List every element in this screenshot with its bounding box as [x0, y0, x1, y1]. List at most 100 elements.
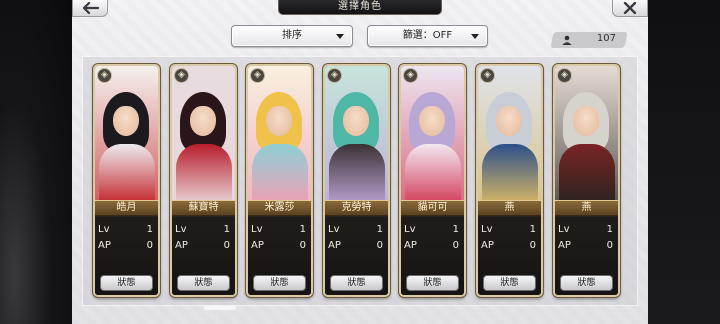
ap-value: 0 [606, 240, 613, 251]
level-value: 1 [606, 224, 613, 235]
level-value: 1 [299, 224, 306, 235]
sort-label: 排序 [282, 30, 302, 41]
character-portrait [401, 66, 464, 204]
portrait-face [496, 106, 522, 136]
chevron-down-icon [336, 34, 344, 39]
character-stats: Lv 1 AP 0 狀態 [95, 217, 158, 295]
character-card[interactable]: ◈ 米露莎 Lv 1 AP 0 狀態 [246, 64, 313, 297]
status-button[interactable]: 狀態 [483, 275, 536, 291]
element-icon: ◈ [403, 68, 418, 83]
ap-row: AP 0 [478, 239, 541, 253]
level-row: Lv 1 [325, 223, 388, 237]
portrait-outfit [329, 144, 385, 204]
ap-row: AP 0 [401, 239, 464, 253]
element-icon: ◈ [327, 68, 342, 83]
owned-count: 107 [596, 33, 616, 44]
character-card[interactable]: ◈ 燕 Lv 1 AP 0 狀態 [476, 64, 543, 297]
level-row: Lv 1 [401, 223, 464, 237]
close-button[interactable] [612, 0, 648, 17]
character-card[interactable]: ◈ 燕 Lv 1 AP 0 狀態 [553, 64, 620, 297]
character-card[interactable]: ◈ 貓可可 Lv 1 AP 0 狀態 [399, 64, 466, 297]
ap-row: AP 0 [555, 239, 618, 253]
element-icon: ◈ [557, 68, 572, 83]
level-row: Lv 1 [478, 223, 541, 237]
ap-label: AP [98, 240, 111, 251]
level-label: Lv [558, 224, 570, 235]
ap-label: AP [251, 240, 264, 251]
ap-value: 0 [223, 240, 230, 251]
page-title: 選擇角色 [278, 0, 442, 15]
level-label: Lv [328, 224, 340, 235]
ap-row: AP 0 [325, 239, 388, 253]
ap-row: AP 0 [172, 239, 235, 253]
level-value: 1 [223, 224, 230, 235]
filter-label: 篩選：OFF [402, 30, 453, 41]
character-stats: Lv 1 AP 0 狀態 [555, 217, 618, 295]
portrait-face [266, 106, 292, 136]
status-button[interactable]: 狀態 [330, 275, 383, 291]
portrait-face [113, 106, 139, 136]
level-row: Lv 1 [172, 223, 235, 237]
ap-label: AP [558, 240, 571, 251]
status-button[interactable]: 狀態 [253, 275, 306, 291]
element-icon: ◈ [480, 68, 495, 83]
ap-value: 0 [146, 240, 153, 251]
ap-label: AP [175, 240, 188, 251]
ap-label: AP [328, 240, 341, 251]
level-row: Lv 1 [248, 223, 311, 237]
ap-label: AP [481, 240, 494, 251]
character-stats: Lv 1 AP 0 狀態 [172, 217, 235, 295]
portrait-outfit [176, 144, 232, 204]
level-label: Lv [175, 224, 187, 235]
ap-value: 0 [452, 240, 459, 251]
character-name: 克勞特 [325, 200, 388, 216]
status-button[interactable]: 狀態 [177, 275, 230, 291]
level-value: 1 [529, 224, 536, 235]
character-name: 燕 [555, 200, 618, 216]
person-icon [562, 35, 572, 45]
character-name: 皓月 [95, 200, 158, 216]
character-stats: Lv 1 AP 0 狀態 [325, 217, 388, 295]
status-button[interactable]: 狀態 [100, 275, 153, 291]
ap-row: AP 0 [248, 239, 311, 253]
character-name: 貓可可 [401, 200, 464, 216]
character-portrait [248, 66, 311, 204]
level-label: Lv [481, 224, 493, 235]
filter-dropdown[interactable]: 篩選：OFF [367, 25, 488, 47]
level-value: 1 [376, 224, 383, 235]
character-card[interactable]: ◈ 蘇寶特 Lv 1 AP 0 狀態 [170, 64, 237, 297]
element-icon: ◈ [250, 68, 265, 83]
character-portrait [95, 66, 158, 204]
ap-label: AP [404, 240, 417, 251]
portrait-outfit [482, 144, 538, 204]
level-row: Lv 1 [555, 223, 618, 237]
ap-value: 0 [529, 240, 536, 251]
back-button[interactable] [72, 0, 108, 17]
owned-count-badge: 107 [552, 32, 626, 48]
character-name: 米露莎 [248, 200, 311, 216]
status-button[interactable]: 狀態 [560, 275, 613, 291]
level-value: 1 [452, 224, 459, 235]
ap-value: 0 [299, 240, 306, 251]
ap-value: 0 [376, 240, 383, 251]
scroll-indicator[interactable] [204, 306, 236, 310]
character-portrait [555, 66, 618, 204]
close-icon [623, 2, 637, 14]
background-right [648, 0, 720, 324]
character-portrait [478, 66, 541, 204]
sort-dropdown[interactable]: 排序 [231, 25, 353, 47]
portrait-face [573, 106, 599, 136]
character-card[interactable]: ◈ 皓月 Lv 1 AP 0 狀態 [93, 64, 160, 297]
character-stats: Lv 1 AP 0 狀態 [478, 217, 541, 295]
status-button[interactable]: 狀態 [406, 275, 459, 291]
chevron-down-icon [471, 34, 479, 39]
portrait-outfit [405, 144, 461, 204]
portrait-outfit [559, 144, 615, 204]
character-portrait [172, 66, 235, 204]
element-icon: ◈ [97, 68, 112, 83]
character-stats: Lv 1 AP 0 狀態 [248, 217, 311, 295]
character-name: 蘇寶特 [172, 200, 235, 216]
character-card[interactable]: ◈ 克勞特 Lv 1 AP 0 狀態 [323, 64, 390, 297]
portrait-outfit [99, 144, 155, 204]
portrait-outfit [252, 144, 308, 204]
